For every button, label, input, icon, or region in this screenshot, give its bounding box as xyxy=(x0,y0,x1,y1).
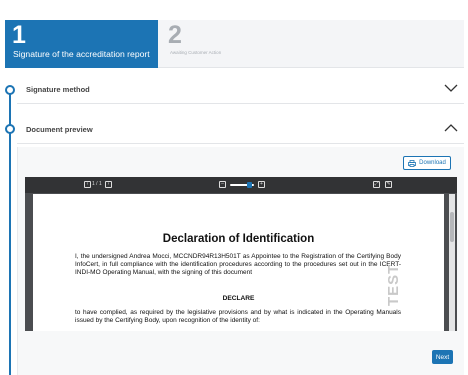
chevron-down-icon[interactable] xyxy=(444,83,458,93)
next-page-button[interactable]: › xyxy=(105,181,112,188)
step-2-label: Awaiting Customer Action xyxy=(170,50,222,55)
section-document-preview-title: Document preview xyxy=(26,125,93,134)
step-1-active[interactable]: 1 Signature of the accreditation report xyxy=(5,20,158,68)
next-button[interactable]: Next xyxy=(432,350,453,364)
pdf-viewer: ‹ 1 / 1 › – + ⤢ ✎ Declaration of Identif… xyxy=(25,177,457,331)
test-watermark: TEST xyxy=(385,263,402,306)
timeline-dot-preview xyxy=(5,124,15,134)
step-2-number: 2 xyxy=(168,21,182,49)
section-document-preview[interactable]: Document preview xyxy=(17,116,464,144)
printer-download-icon xyxy=(408,159,417,167)
page: 1 Signature of the accreditation report … xyxy=(0,0,468,375)
zoom-in-icon[interactable]: + xyxy=(258,181,265,188)
timeline-dot-signature xyxy=(5,85,15,95)
edit-icon[interactable]: ✎ xyxy=(385,181,392,188)
page-indicator: 1 / 1 xyxy=(92,181,102,187)
section-signature-method[interactable]: Signature method xyxy=(17,76,464,104)
document-preview-panel: Download ‹ 1 / 1 › – + ⤢ ✎ Declaration o… xyxy=(17,147,464,375)
zoom-out-icon[interactable]: – xyxy=(219,181,226,188)
document-paragraph-2: to have complied, as required by the leg… xyxy=(75,309,401,325)
download-label: Download xyxy=(419,160,446,166)
pdf-page: Declaration of Identification I, the und… xyxy=(33,194,444,331)
document-declare-heading: DECLARE xyxy=(222,295,255,302)
pdf-scrollbar-thumb[interactable] xyxy=(450,212,454,242)
document-paragraph-1: I, the undersigned Andrea Mocci, MCCNDR9… xyxy=(75,253,401,277)
prev-page-button[interactable]: ‹ xyxy=(84,181,91,188)
step-1-label: Signature of the accreditation report xyxy=(13,49,150,59)
section-signature-method-title: Signature method xyxy=(26,85,90,94)
download-button[interactable]: Download xyxy=(403,156,451,170)
zoom-slider-handle[interactable] xyxy=(247,182,252,188)
stepper: 1 Signature of the accreditation report … xyxy=(5,20,464,68)
pdf-toolbar: ‹ 1 / 1 › – + ⤢ ✎ xyxy=(25,177,457,193)
pdf-scrollbar[interactable] xyxy=(449,194,455,331)
chevron-up-icon[interactable] xyxy=(444,123,458,133)
step-2[interactable]: 2 Awaiting Customer Action xyxy=(158,20,278,68)
fullscreen-icon[interactable]: ⤢ xyxy=(373,181,380,188)
document-title: Declaration of Identification xyxy=(162,233,315,245)
step-1-number: 1 xyxy=(12,21,26,49)
top-strip xyxy=(0,0,468,18)
